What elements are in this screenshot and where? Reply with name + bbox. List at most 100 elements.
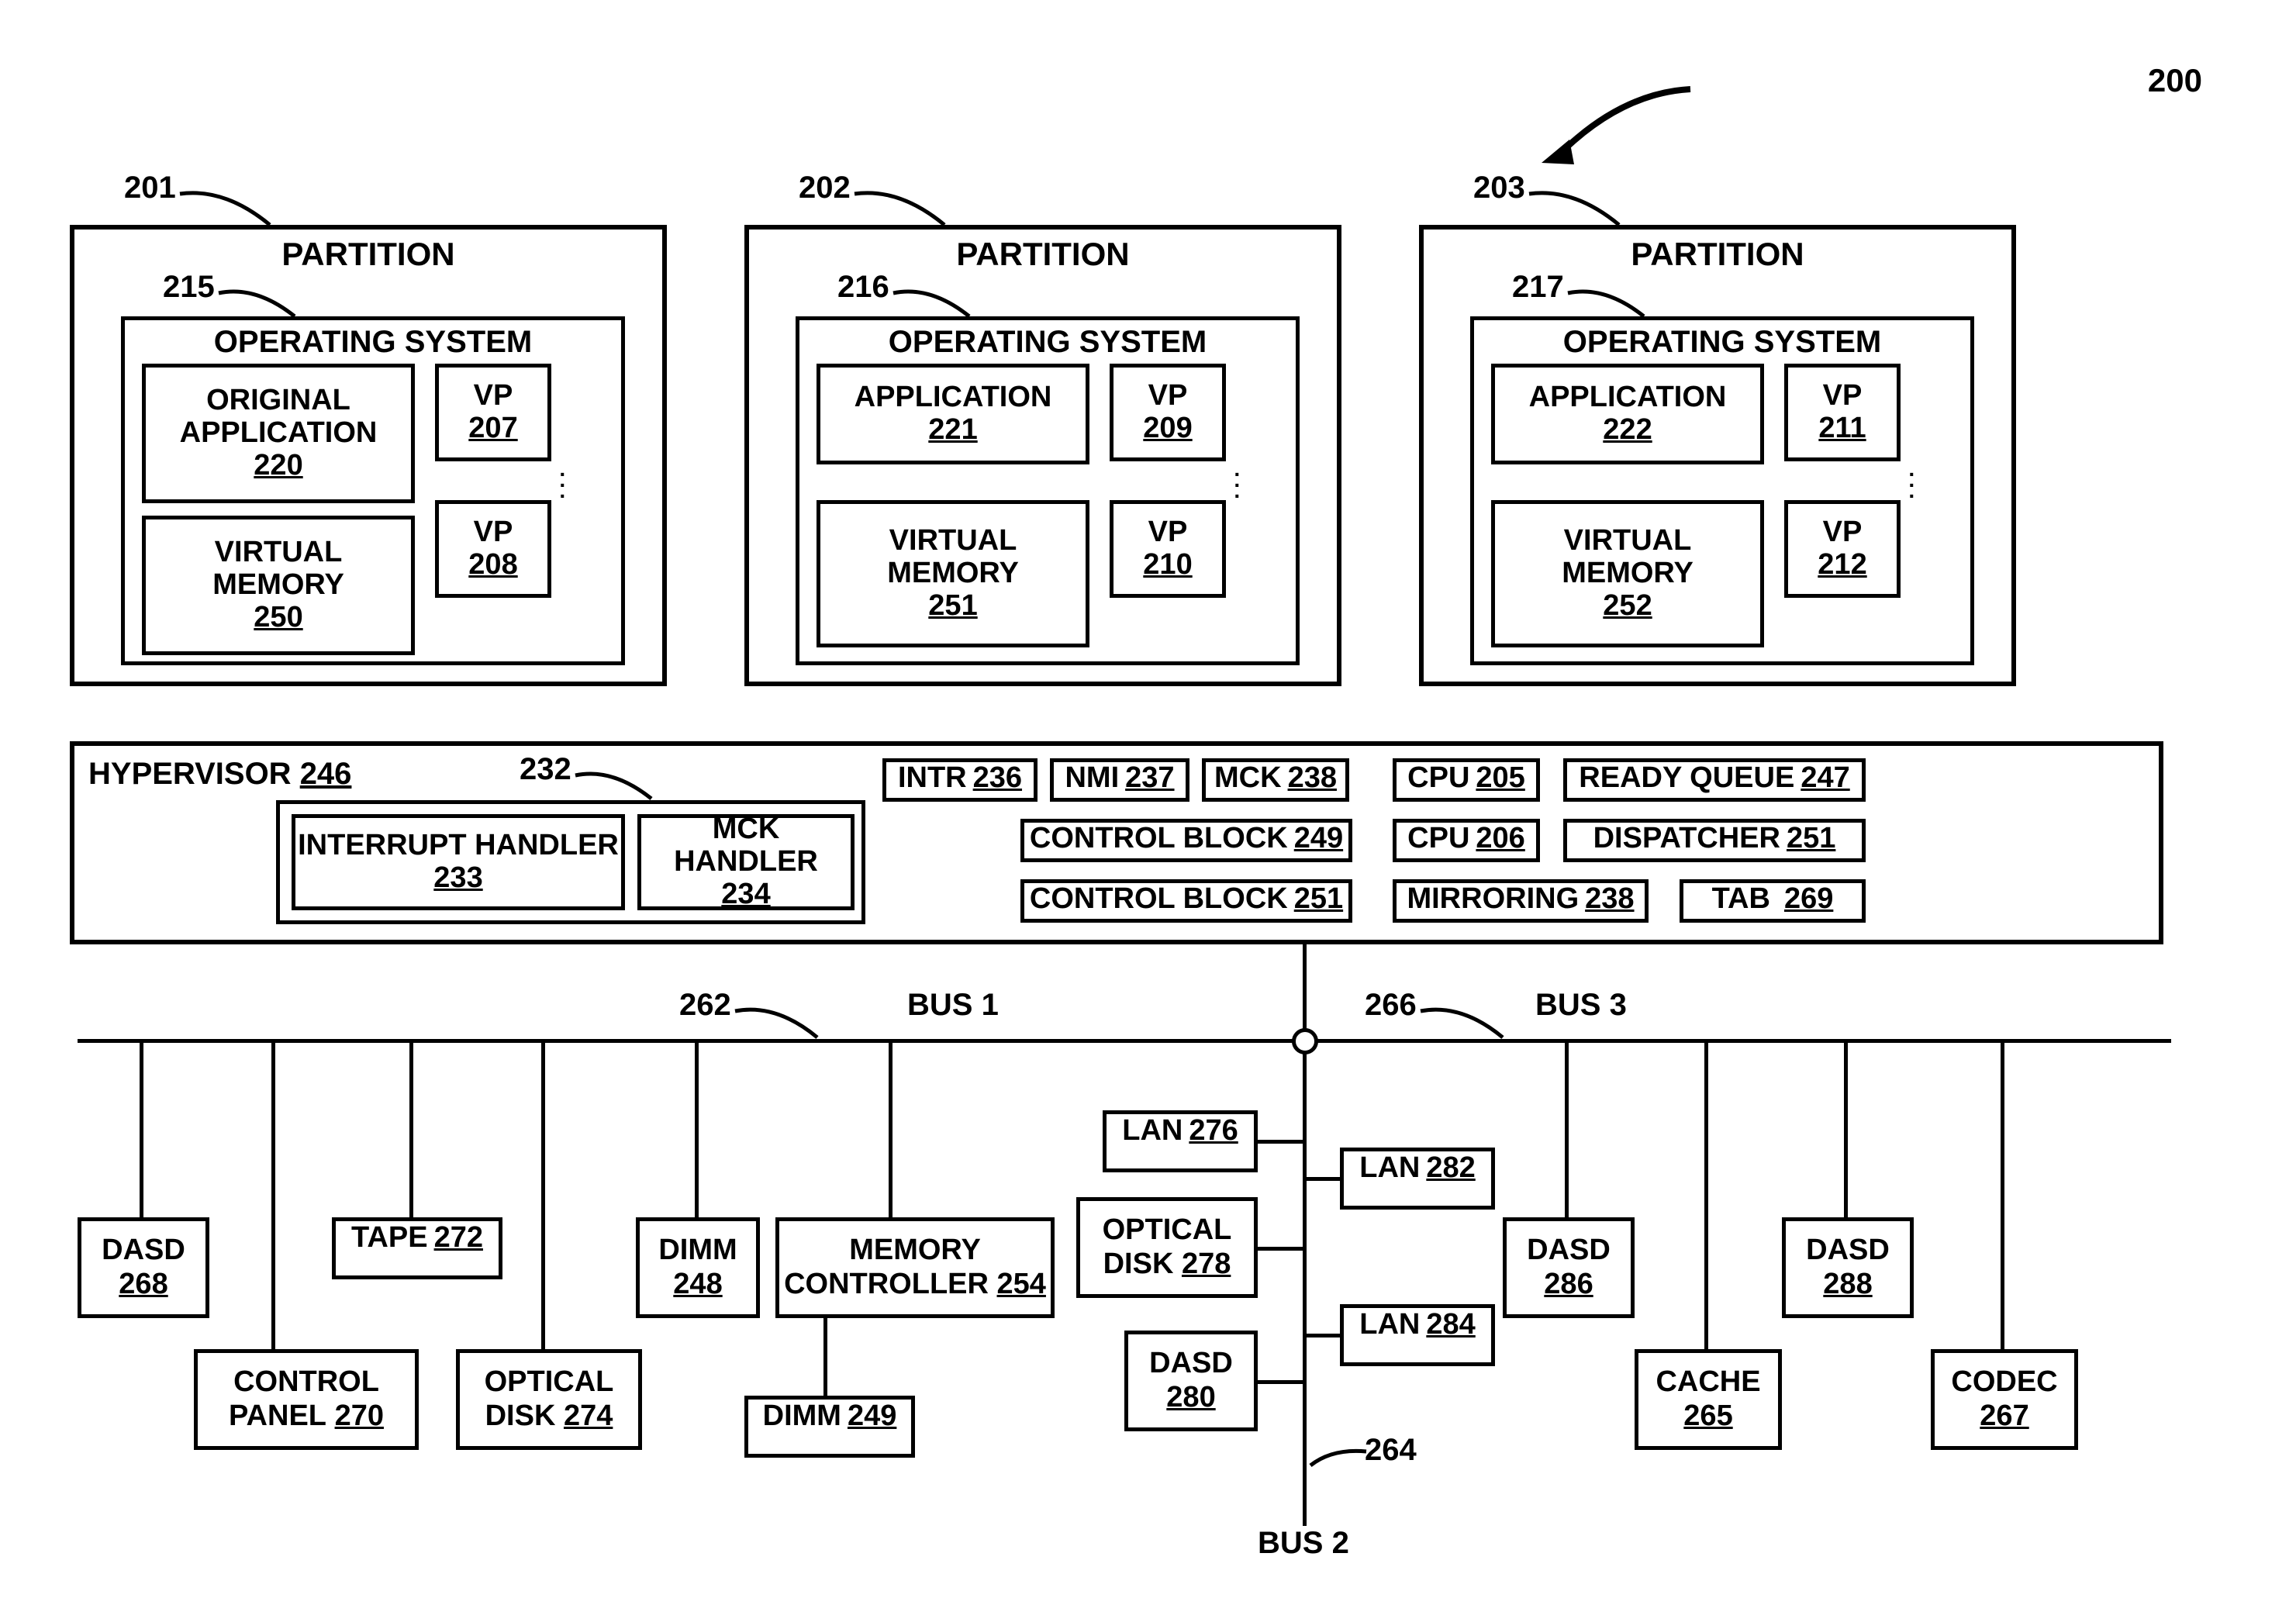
dimm-249: DIMM249 — [744, 1396, 915, 1458]
dasd286-ref: 286 — [1507, 1268, 1631, 1302]
lan276-label: LAN — [1122, 1114, 1183, 1168]
intr-label: INTR — [898, 762, 967, 798]
codec-label: CODEC — [1935, 1365, 2074, 1400]
vp1a-ref: 207 — [439, 412, 547, 445]
ref-262: 262 — [679, 988, 731, 1023]
cpu1-box: CPU205 — [1393, 758, 1540, 802]
cache-label: CACHE — [1638, 1365, 1778, 1400]
odisk274-l1: OPTICAL — [460, 1365, 638, 1400]
stub-dimm248 — [695, 1039, 699, 1217]
lan-284: LAN284 — [1340, 1304, 1495, 1366]
stub-tape — [409, 1039, 413, 1217]
stub-codec — [2001, 1039, 2004, 1349]
mck-ref: 238 — [1288, 762, 1337, 798]
bus1-label: BUS 1 — [907, 988, 999, 1023]
hypervisor-label: HYPERVISOR 246 — [88, 757, 351, 792]
bus2-label: BUS 2 — [1258, 1526, 1349, 1561]
curved-arrow — [1535, 85, 1698, 171]
ref-266: 266 — [1365, 988, 1417, 1023]
app2-line1: APPLICATION — [820, 381, 1086, 414]
os-title-3: OPERATING SYSTEM — [1474, 320, 1970, 359]
mck-box: MCK238 — [1202, 758, 1349, 802]
bus1-line — [78, 1039, 2171, 1043]
dasd288-ref: 288 — [1786, 1268, 1910, 1302]
ih-ref: 233 — [295, 862, 621, 895]
dimm248-label: DIMM — [640, 1234, 756, 1268]
mirr-label: MIRRORING — [1407, 883, 1579, 919]
cache: CACHE 265 — [1635, 1349, 1782, 1450]
hypervisor-box: HYPERVISOR 246 INTERRUPT HANDLER 233 MCK… — [70, 741, 2163, 944]
mck-handler: MCK HANDLER 234 — [637, 814, 855, 910]
dots-2: ··· — [1230, 469, 1245, 502]
figure-number: 200 — [2148, 62, 2202, 99]
nmi-box: NMI237 — [1050, 758, 1189, 802]
stub-cache — [1704, 1039, 1708, 1349]
diagram-canvas: 200 PARTITION OPERATING SYSTEM ORIGINAL … — [31, 31, 2264, 1574]
cb1-label: CONTROL BLOCK — [1030, 823, 1288, 858]
odisk278-l2: DISK 278 — [1080, 1248, 1254, 1282]
ih-label: INTERRUPT HANDLER — [295, 830, 621, 862]
lan276-ref: 276 — [1189, 1114, 1238, 1168]
vp3b-ref: 212 — [1788, 549, 1897, 582]
codec: CODEC 267 — [1931, 1349, 2078, 1450]
lead-202 — [853, 180, 954, 234]
lead-217 — [1566, 279, 1652, 322]
hyp-ref: 246 — [300, 757, 352, 791]
vp2b: VP 210 — [1110, 500, 1226, 598]
ref-217: 217 — [1512, 270, 1564, 305]
ref-215: 215 — [163, 270, 215, 305]
cpanel-l1: CONTROL — [198, 1365, 415, 1400]
cpanel-l2: PANEL 270 — [198, 1400, 415, 1434]
os-title-2: OPERATING SYSTEM — [799, 320, 1296, 359]
vm1-l1: VIRTUAL — [146, 537, 411, 569]
mh-ref: 234 — [641, 878, 851, 911]
vm1-l2: MEMORY — [146, 569, 411, 602]
cb2-box: CONTROL BLOCK251 — [1020, 879, 1352, 923]
app-box-2: APPLICATION 221 — [817, 364, 1089, 464]
cpu2-ref: 206 — [1476, 823, 1524, 858]
lead-203 — [1528, 180, 1628, 234]
control-panel: CONTROL PANEL 270 — [194, 1349, 419, 1450]
dimm248-ref: 248 — [640, 1268, 756, 1302]
stub-cpanel — [271, 1039, 275, 1349]
dasd280-ref: 280 — [1128, 1381, 1254, 1415]
ref-216: 216 — [837, 270, 889, 305]
app1-line2: APPLICATION — [146, 417, 411, 450]
dasd280-label: DASD — [1128, 1347, 1254, 1381]
dots-1: ··· — [555, 469, 571, 502]
stub-lan282 — [1306, 1177, 1341, 1181]
interrupt-handler: INTERRUPT HANDLER 233 — [292, 814, 625, 910]
vm-box-1: VIRTUAL MEMORY 250 — [142, 516, 415, 655]
lead-215 — [217, 279, 302, 322]
cpu2-box: CPU206 — [1393, 819, 1540, 862]
app1-ref: 220 — [146, 450, 411, 482]
app-box-1: ORIGINAL APPLICATION 220 — [142, 364, 415, 503]
hyp-title: HYPERVISOR — [88, 757, 292, 791]
dasd-288: DASD 288 — [1782, 1217, 1914, 1318]
disp-ref: 251 — [1787, 823, 1835, 858]
intr-ref: 236 — [973, 762, 1022, 798]
os-box-1: OPERATING SYSTEM ORIGINAL APPLICATION 22… — [121, 316, 625, 665]
dimm249-label: DIMM — [763, 1400, 841, 1454]
lan282-ref: 282 — [1426, 1151, 1475, 1206]
vp1b-ref: 208 — [439, 549, 547, 582]
lan284-label: LAN — [1359, 1308, 1420, 1362]
cb1-ref: 249 — [1294, 823, 1343, 858]
vp3b-label: VP — [1788, 516, 1897, 549]
vm2-ref: 251 — [820, 590, 1086, 623]
vp1a: VP 207 — [435, 364, 551, 461]
vm2-l1: VIRTUAL — [820, 525, 1086, 557]
mh-label: MCK HANDLER — [641, 813, 851, 878]
dimm-248: DIMM 248 — [636, 1217, 760, 1318]
ref-264: 264 — [1365, 1433, 1417, 1468]
mck-label: MCK — [1214, 762, 1282, 798]
mirroring-box: MIRRORING238 — [1393, 879, 1649, 923]
stub-odisk274 — [541, 1039, 545, 1349]
vp2a-label: VP — [1113, 380, 1222, 412]
vm-box-3: VIRTUAL MEMORY 252 — [1491, 500, 1764, 647]
lead-216 — [892, 279, 977, 322]
lan282-label: LAN — [1359, 1151, 1420, 1206]
rq-ref: 247 — [1801, 762, 1849, 798]
vp2b-ref: 210 — [1113, 549, 1222, 582]
cpu1-ref: 205 — [1476, 762, 1524, 798]
